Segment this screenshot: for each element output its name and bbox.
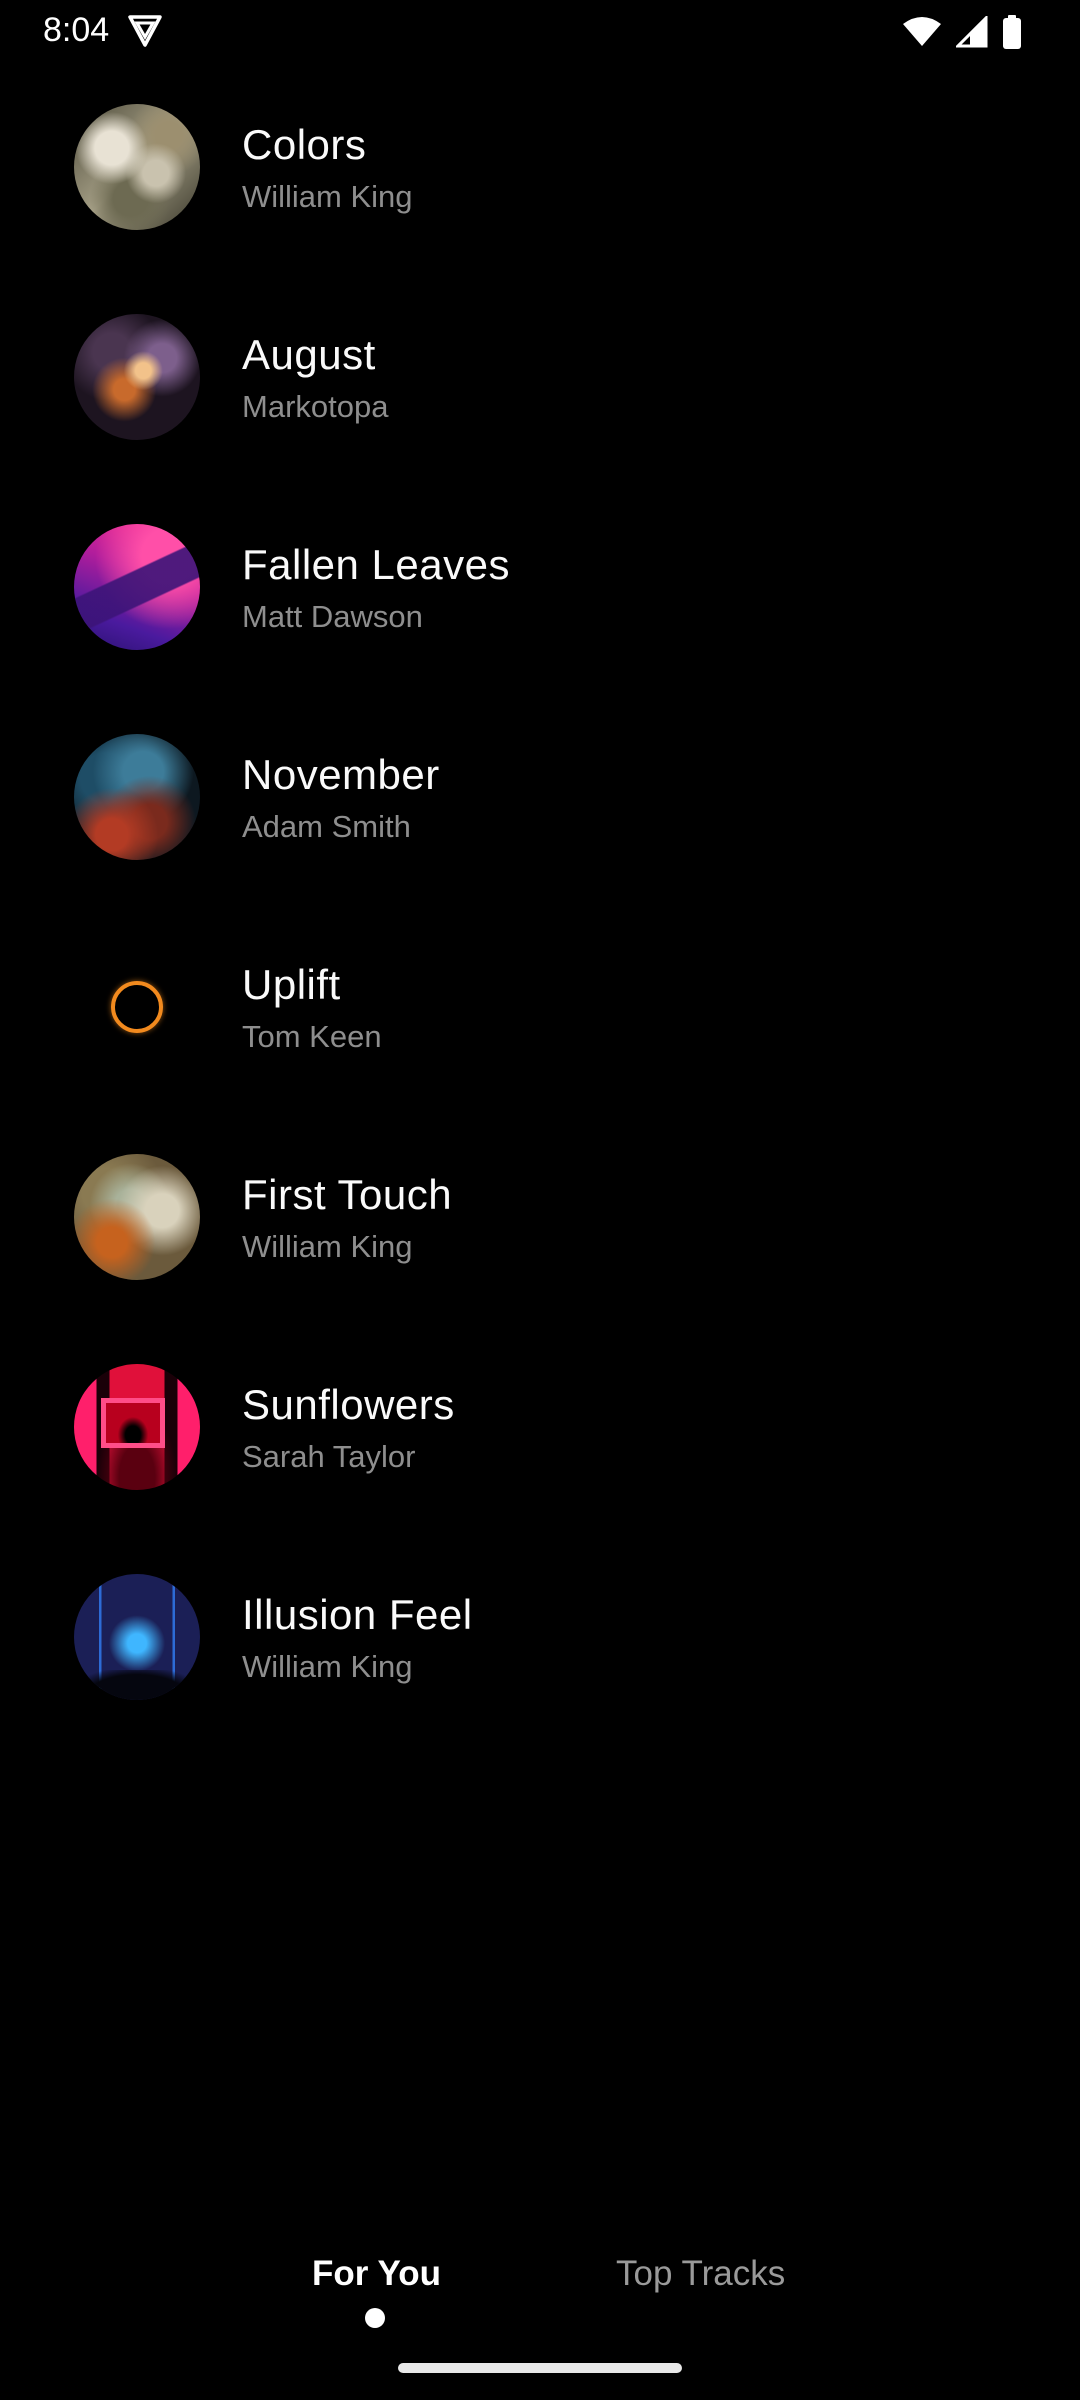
track-artist: Adam Smith	[242, 809, 411, 844]
track-title: Illusion Feel	[242, 1591, 473, 1638]
track-title: November	[242, 751, 440, 798]
track-title: August	[242, 331, 376, 378]
album-art	[74, 314, 200, 440]
track-title: Uplift	[242, 961, 341, 1008]
track-item-sunflowers[interactable]: Sunflowers Sarah Taylor	[0, 1324, 1080, 1524]
album-art	[74, 1364, 200, 1490]
track-item-illusion-feel[interactable]: Illusion Feel William King	[0, 1534, 1080, 1734]
gesture-navigation-bar[interactable]	[398, 2363, 682, 2373]
album-art	[74, 1154, 200, 1280]
album-art	[74, 524, 200, 650]
album-art	[74, 104, 200, 230]
track-title: Fallen Leaves	[242, 541, 510, 588]
tab-top-tracks[interactable]: Top Tracks	[616, 2252, 785, 2296]
track-artist: William King	[242, 179, 413, 214]
track-item-first-touch[interactable]: First Touch William King	[0, 1114, 1080, 1314]
status-icons	[902, 12, 1022, 52]
status-bar: 8:04	[0, 0, 1080, 62]
track-artist: William King	[242, 1649, 413, 1684]
battery-icon	[1002, 15, 1022, 49]
album-art	[74, 944, 200, 1070]
track-item-colors[interactable]: Colors William King	[0, 64, 1080, 264]
track-artist: Markotopa	[242, 389, 389, 424]
wifi-icon	[902, 16, 942, 48]
track-title: Sunflowers	[242, 1381, 455, 1428]
vpn-shield-icon	[127, 14, 163, 48]
track-title: First Touch	[242, 1171, 453, 1218]
track-item-august[interactable]: August Markotopa	[0, 274, 1080, 474]
bottom-tab-bar: For You Top Tracks	[0, 2240, 1080, 2328]
cellular-signal-icon	[956, 16, 988, 48]
track-artist: Matt Dawson	[242, 599, 423, 634]
track-title: Colors	[242, 121, 367, 168]
track-artist: Tom Keen	[242, 1019, 382, 1054]
track-item-november[interactable]: November Adam Smith	[0, 694, 1080, 894]
status-time: 8:04	[43, 11, 110, 49]
track-artist: Sarah Taylor	[242, 1439, 416, 1474]
track-artist: William King	[242, 1229, 413, 1264]
track-item-uplift[interactable]: Uplift Tom Keen	[0, 904, 1080, 1104]
album-art	[74, 1574, 200, 1700]
tab-for-you[interactable]: For You	[312, 2252, 441, 2296]
album-art	[74, 734, 200, 860]
tab-selected-indicator	[365, 2308, 385, 2328]
track-item-fallen-leaves[interactable]: Fallen Leaves Matt Dawson	[0, 484, 1080, 684]
